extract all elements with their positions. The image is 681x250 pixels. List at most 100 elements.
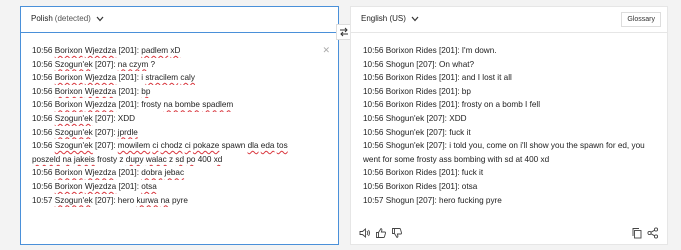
misspelled-word: Wjezdza: [84, 168, 117, 178]
misspelled-word: Wjezdza: [84, 86, 117, 96]
source-text-area[interactable]: 10:56 Borixon Wjezdza [201]: padlem xD 10…: [32, 44, 318, 207]
misspelled-word: poszeld: [32, 154, 61, 164]
misspelled-word: Borixon: [54, 46, 83, 55]
misspelled-word: chodz: [160, 141, 183, 151]
source-text: 10:56: [32, 127, 55, 137]
misspelled-word: Borixon: [54, 73, 83, 83]
misspelled-word: na bombe: [163, 100, 200, 110]
source-text: [207]: hero: [92, 195, 137, 205]
thumbs-up-icon[interactable]: [375, 227, 387, 239]
source-text: 10:56: [32, 113, 55, 123]
source-line: 10:56 Szogun'ek [207]: na czym ?: [32, 58, 318, 72]
source-text: [201]:: [116, 168, 142, 178]
glossary-button[interactable]: Glossary: [621, 12, 661, 27]
close-icon[interactable]: ✕: [322, 45, 330, 56]
misspelled-word: Szogun'ek: [54, 59, 93, 69]
chevron-down-icon: [411, 16, 419, 21]
source-text: spawn: [219, 141, 248, 151]
target-output-actions: [631, 227, 659, 239]
source-text: [201]: frosty: [116, 100, 164, 110]
misspelled-word: spadlem: [202, 100, 234, 110]
source-line: 10:56 Borixon Wjezdza [201]: otsa: [32, 180, 318, 194]
source-text: 10:56: [32, 181, 55, 191]
source-text: [207]:: [92, 59, 118, 69]
target-line: 10:56 Borixon Rides [201]: bp: [363, 86, 471, 96]
misspelled-word: padlem: [141, 46, 169, 55]
misspelled-word: kurwa: [136, 195, 159, 205]
target-line: 10:56 Shogun'ek [207]: i told you, come …: [363, 141, 645, 164]
misspelled-word: otsa: [141, 181, 157, 191]
target-line: 10:56 Borixon Rides [201]: fuck it: [363, 168, 484, 178]
share-icon[interactable]: [647, 227, 659, 239]
misspelled-word: jakeis: [73, 154, 95, 164]
source-line: 10:56 Borixon Wjezdza [201]: dobra jebac: [32, 166, 318, 180]
detected-label: (detected): [54, 14, 91, 23]
thumbs-down-icon[interactable]: [391, 227, 403, 239]
misspelled-word: sd: [175, 154, 185, 164]
target-panel: English (US) Glossary 10:56 Borixon Ride…: [350, 6, 668, 245]
misspelled-word: bp: [141, 86, 151, 96]
misspelled-word: Szogun'ek: [54, 127, 93, 137]
source-text: [201]:: [116, 46, 142, 55]
misspelled-word: Wjezdza: [84, 181, 117, 191]
source-line: 10:56 Szogun'ek [207]: mowilem ci chodz …: [32, 139, 318, 166]
source-line: 10:57 Szogun'ek [207]: hero kurwa na pyr…: [32, 194, 318, 208]
source-text: 10:56: [32, 46, 55, 55]
source-text: ?: [148, 59, 156, 69]
target-line: 10:56 Borixon Rides [201]: frosty on a b…: [363, 100, 541, 110]
source-line: 10:56 Szogun'ek [207]: jprdle: [32, 126, 318, 140]
target-feedback-actions: [359, 227, 403, 239]
misspelled-word: Borixon: [54, 181, 83, 191]
misspelled-word: Wjezdza: [84, 100, 117, 110]
source-line: 10:56 Borixon Wjezdza [201]: frosty na b…: [32, 98, 318, 112]
source-text: [207]:: [92, 141, 118, 151]
source-language-label: Polish: [31, 14, 53, 23]
source-text: 10:56: [32, 73, 55, 83]
misspelled-word: Szogun'ek: [54, 195, 93, 205]
target-line: 10:56 Borixon Rides [201]: I'm down.: [363, 46, 497, 55]
misspelled-word: eda: [260, 141, 275, 151]
misspelled-word: Borixon: [54, 100, 83, 110]
target-line: 10:57 Shogun [207]: hero fucking pyre: [363, 195, 502, 205]
source-text: [201]:: [116, 86, 142, 96]
misspelled-word: na: [62, 154, 72, 164]
misspelled-word: Borixon: [54, 86, 83, 96]
misspelled-word: tos: [276, 141, 288, 151]
chevron-down-icon: [96, 16, 104, 21]
source-line: 10:56 Borixon Wjezdza [201]: i stracilem…: [32, 71, 318, 85]
misspelled-word: dobra: [141, 168, 163, 178]
source-line: 10:56 Borixon Wjezdza [201]: padlem xD: [32, 44, 318, 58]
misspelled-word: pokaze: [192, 141, 220, 151]
misspelled-word: dla: [247, 141, 259, 151]
source-text: 10:56: [32, 59, 55, 69]
target-language-select[interactable]: English (US): [361, 14, 419, 23]
target-line: 10:56 Shogun [207]: On what?: [363, 59, 475, 69]
misspelled-word: dupy: [125, 154, 144, 164]
source-text: [207]: XDD: [92, 113, 136, 123]
target-text-area: 10:56 Borixon Rides [201]: I'm down. 10:5…: [363, 44, 653, 207]
target-line: 10:56 Shogun'ek [207]: fuck it: [363, 127, 471, 137]
source-text: frosty z: [94, 154, 126, 164]
source-text: 10:56: [32, 168, 55, 178]
source-language-select[interactable]: Polish (detected): [31, 14, 104, 23]
misspelled-word: xd: [213, 154, 223, 164]
speaker-icon[interactable]: [359, 227, 371, 239]
source-panel[interactable]: Polish (detected) ✕ 10:56 Borixon Wjezdz…: [20, 6, 339, 245]
source-text: 400: [195, 154, 214, 164]
misspelled-word: Szogun'ek: [54, 113, 93, 123]
misspelled-word: jebac: [164, 168, 185, 178]
source-text: pyre: [169, 195, 188, 205]
target-line: 10:56 Borixon Rides [201]: and I lost it…: [363, 73, 512, 83]
source-header-divider: [21, 32, 338, 33]
source-text: [207]:: [92, 127, 118, 137]
misspelled-word: ci: [184, 141, 191, 151]
source-line: 10:56 Borixon Wjezdza [201]: bp: [32, 85, 318, 99]
source-text: 10:56: [32, 86, 55, 96]
misspelled-word: Wjezdza: [84, 46, 117, 55]
source-text: 10:56: [32, 100, 55, 110]
misspelled-word: Szogun'ek: [54, 141, 93, 151]
copy-icon[interactable]: [631, 227, 643, 239]
misspelled-word: mowilem: [117, 141, 151, 151]
misspelled-word: Borixon: [54, 168, 83, 178]
misspelled-word: Wjezdza: [84, 73, 117, 83]
